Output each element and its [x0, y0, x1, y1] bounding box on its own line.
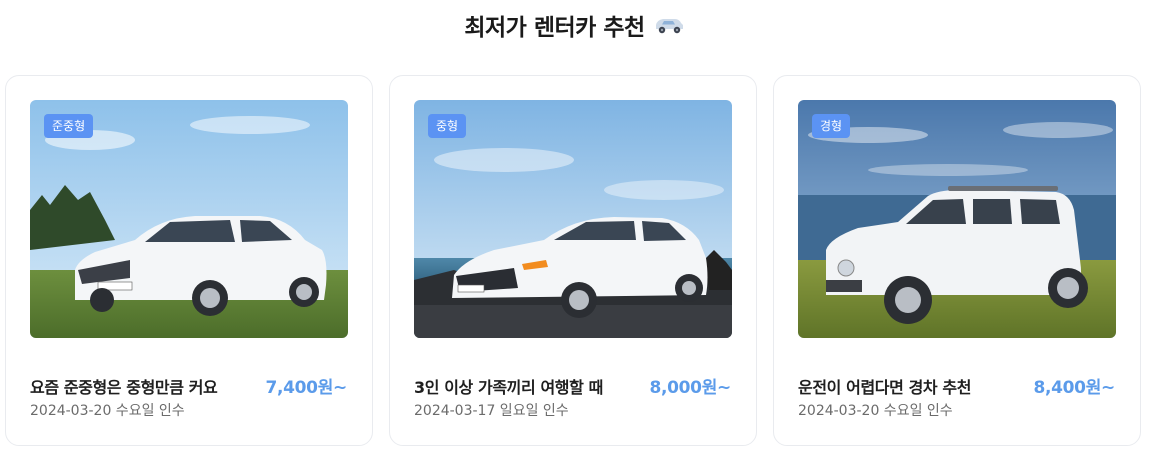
car-photo: 경형	[798, 100, 1116, 338]
card-title: 운전이 어렵다면 경차 추천	[798, 378, 972, 397]
car-class-badge: 준중형	[44, 114, 94, 138]
card-title: 요즘 준중형은 중형만큼 커요	[30, 378, 218, 397]
card-date: 2024-03-20 수요일 인수	[30, 403, 185, 419]
car-card-light[interactable]: 경형 운전이 어렵다면 경차 추천 8,400원~ 2024-03-20 수요일…	[773, 75, 1141, 446]
car-class-badge: 중형	[428, 114, 467, 138]
card-price: 7,400원~	[265, 378, 347, 398]
section-title: 최저가 렌터카 추천	[464, 15, 645, 41]
car-card-midsize[interactable]: 중형 3인 이상 가족끼리 여행할 때 8,000원~ 2024-03-17 일…	[389, 75, 757, 446]
card-price: 8,400원~	[1033, 378, 1115, 398]
car-class-badge: 경형	[812, 114, 851, 138]
car-card-compact[interactable]: 준중형 요즘 준중형은 중형만큼 커요 7,400원~ 2024-03-20 수…	[5, 75, 373, 446]
car-icon	[653, 14, 685, 36]
car-photo: 준중형	[30, 100, 348, 338]
card-title: 3인 이상 가족끼리 여행할 때	[414, 378, 603, 397]
card-price: 8,000원~	[649, 378, 731, 398]
card-date: 2024-03-20 수요일 인수	[798, 403, 953, 419]
section-header: 최저가 렌터카 추천	[0, 8, 1149, 42]
card-date: 2024-03-17 일요일 인수	[414, 403, 569, 419]
car-photo: 중형	[414, 100, 732, 338]
